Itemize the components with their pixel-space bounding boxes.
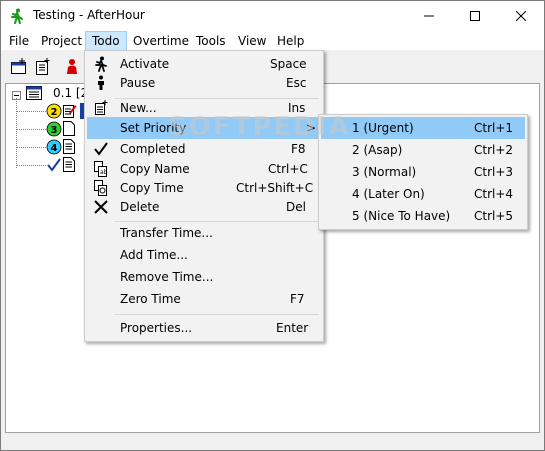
running-person-icon [93,56,109,72]
standing-person-icon [93,75,109,91]
new-task-button[interactable] [34,58,52,76]
menu-item-label: 2 (Asap) [352,143,403,157]
menu-item-label: New... [120,101,157,115]
priority-item-4[interactable]: 4 (Later On) Ctrl+4 [321,183,525,205]
menu-item-shortcut: Ctrl+3 [474,165,514,179]
project-icon [26,86,42,103]
watermark-text: SOFTPEDIA [168,112,351,142]
menu-help[interactable]: Help [271,31,310,51]
menu-view[interactable]: View [232,31,272,51]
menu-item-shortcut: Del [286,200,306,214]
maximize-icon [470,11,480,21]
menu-item-pause[interactable]: Pause Esc [87,72,321,94]
red-person-icon [67,59,77,74]
menu-item-zero-time[interactable]: Zero Time F7 [87,288,321,310]
priority-3-badge: 3 [46,121,62,140]
svg-text:ab: ab [100,169,108,176]
menu-item-properties[interactable]: Properties... Enter [87,317,321,339]
new-window-icon [11,58,26,74]
menu-item-shortcut: Esc [286,76,307,90]
menu-overtime[interactable]: Overtime [127,31,195,51]
menu-item-label: Properties... [120,321,193,335]
checkmark-icon [46,157,62,176]
badge-text: 4 [51,143,58,154]
priority-item-3[interactable]: 3 (Normal) Ctrl+3 [321,161,525,183]
copy-name-icon: ab [93,161,109,177]
blank-document-icon [63,121,75,139]
menu-file[interactable]: File [3,31,35,51]
todo-menu: Activate Space Pause Esc New... Ins Set … [84,50,324,342]
menu-item-shortcut: F7 [290,292,305,306]
menu-item-transfer-time[interactable]: Transfer Time... [87,222,321,244]
menu-item-add-time[interactable]: Add Time... [87,244,321,266]
app-running-man-icon [9,8,25,24]
priority-4-badge: 4 [46,139,62,158]
menu-item-label: Remove Time... [120,270,214,284]
window-title: Testing - AfterHour [33,8,145,22]
menu-project[interactable]: Project [35,31,88,51]
close-button[interactable] [498,1,544,31]
new-task-icon [36,58,50,75]
copy-time-icon [93,180,109,196]
menu-item-shortcut: Ctrl+2 [474,143,514,157]
document-icon [63,139,75,157]
menu-item-label: Add Time... [120,248,188,262]
task-edit-icon [63,103,77,122]
menu-item-label: Pause [120,76,156,90]
stop-button[interactable] [63,58,81,76]
priority-2-badge: 2 [46,103,62,122]
maximize-button[interactable] [452,1,498,31]
menu-item-label: 5 (Nice To Have) [352,209,451,223]
menu-item-label: 4 (Later On) [352,187,425,201]
menu-item-label: Zero Time [120,292,181,306]
new-task-icon [93,100,109,116]
menu-item-remove-time[interactable]: Remove Time... [87,266,321,288]
badge-text: 2 [51,107,58,118]
delete-icon [93,199,109,215]
priority-item-1[interactable]: 1 (Urgent) Ctrl+1 [321,117,525,139]
menu-todo[interactable]: Todo [85,31,127,51]
status-bar [1,434,544,450]
document-icon [63,157,75,175]
menu-bar: File Project Todo Overtime Tools View He… [1,31,544,51]
priority-item-2[interactable]: 2 (Asap) Ctrl+2 [321,139,525,161]
close-icon [516,11,526,21]
tree-root-label[interactable]: 0.1 [2 [53,86,88,100]
checkmark-icon [93,141,109,157]
menu-item-shortcut: Ctrl+4 [474,187,514,201]
menu-item-label: Transfer Time... [120,226,213,240]
menu-item-label: Delete [120,200,160,214]
minimize-icon [424,15,434,17]
menu-separator [115,314,319,315]
title-bar[interactable]: Testing - AfterHour [1,1,544,31]
menu-item-delete[interactable]: Delete Del [87,196,321,218]
menu-item-shortcut: Ctrl+1 [474,121,514,135]
badge-text: 3 [51,125,58,136]
new-project-button[interactable] [10,58,28,76]
priority-item-5[interactable]: 5 (Nice To Have) Ctrl+5 [321,205,525,227]
menu-item-shortcut: Ctrl+5 [474,209,514,223]
minimize-button[interactable] [406,1,452,31]
menu-item-label: 1 (Urgent) [352,121,414,135]
menu-item-label: 3 (Normal) [352,165,417,179]
menu-tools[interactable]: Tools [190,31,232,51]
menu-item-shortcut: Enter [276,321,309,335]
